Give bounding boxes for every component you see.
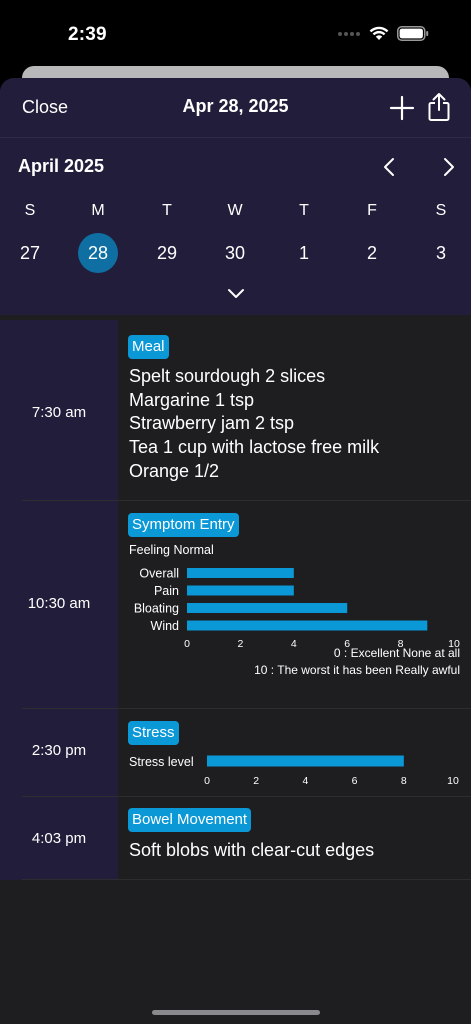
scale-legend-low: 0 : Excellent None at all: [333, 646, 460, 660]
wifi-icon: [369, 26, 389, 40]
category-label: Overall: [139, 567, 179, 581]
entry-time: 7:30 am: [31, 404, 87, 421]
close-button[interactable]: Close: [22, 97, 68, 118]
weekday-label: S: [24, 202, 36, 219]
calendar-day[interactable]: 2: [352, 233, 392, 273]
weekday-label: M: [91, 202, 105, 219]
entry-time: 4:03 pm: [31, 830, 87, 847]
meal-tag: Meal: [128, 335, 169, 359]
home-indicator: [152, 1010, 320, 1015]
status-time: 2:39: [68, 24, 107, 45]
tick-label: 8: [401, 775, 407, 787]
feeling-label: Feeling Normal: [129, 543, 214, 557]
divider: [22, 879, 471, 880]
battery-icon: [397, 26, 429, 41]
status-icons: [337, 26, 429, 41]
cellular-signal-icon: [338, 31, 360, 36]
calendar-day[interactable]: 3: [421, 233, 461, 273]
weekday-label: F: [367, 202, 377, 219]
calendar-day[interactable]: 29: [147, 233, 187, 273]
tick-label: 6: [352, 775, 358, 787]
tick-label: 2: [237, 638, 243, 650]
chevron-right-icon[interactable]: [438, 156, 458, 178]
category-label: Bloating: [134, 602, 179, 616]
chevron-left-icon[interactable]: [380, 156, 400, 178]
meal-item: Strawberry jam 2 tsp: [129, 413, 295, 433]
tick-label: 0: [184, 638, 190, 650]
entry-time: 10:30 am: [27, 595, 91, 612]
entry-time: 2:30 pm: [31, 742, 87, 759]
weekday-label: W: [227, 202, 243, 219]
scale-legend-high: 10 : The worst it has been Really awful: [254, 663, 460, 677]
status-bar: 2:39: [0, 0, 471, 66]
bowel-movement-description: Soft blobs with clear-cut edges: [129, 840, 375, 860]
bar: [187, 603, 348, 613]
weekday-label: T: [299, 202, 309, 219]
weekday-label: S: [435, 202, 447, 219]
stress-level-label: Stress level: [129, 755, 194, 769]
tick-label: 4: [291, 638, 297, 650]
calendar-day[interactable]: 27: [10, 233, 50, 273]
tick-label: 0: [204, 775, 210, 787]
tick-label: 4: [302, 775, 308, 787]
category-label: Wind: [151, 619, 180, 633]
nav-bar: Close Apr 28, 2025: [0, 78, 471, 138]
bar: [187, 568, 294, 578]
stress-tag: Stress: [128, 721, 179, 745]
bar: [207, 755, 404, 767]
calendar-day[interactable]: 1: [284, 233, 324, 273]
day-detail-sheet: Close Apr 28, 2025 April 2025 S M T W T …: [0, 78, 471, 1024]
month-title: April 2025: [18, 156, 105, 176]
share-icon[interactable]: [427, 92, 451, 122]
calendar-week-strip: April 2025 S M T W T F S 27 28 29 30 1 2…: [0, 138, 471, 315]
chevron-down-icon[interactable]: [226, 286, 246, 302]
symptom-tag: Symptom Entry: [128, 513, 239, 537]
meal-item: Spelt sourdough 2 slices: [129, 366, 326, 386]
weekday-label: T: [162, 202, 172, 219]
category-label: Pain: [154, 584, 179, 598]
meal-item: Margarine 1 tsp: [129, 390, 255, 410]
bowel-movement-tag: Bowel Movement: [128, 808, 252, 832]
tick-label: 2: [253, 775, 259, 787]
bowel-movement-entry[interactable]: 4:03 pm Bowel Movement Soft blobs with c…: [0, 797, 471, 880]
meal-item: Tea 1 cup with lactose free milk: [129, 437, 380, 457]
stress-entry[interactable]: 2:30 pm Stress 0 2 4 6 8 10: [0, 709, 471, 797]
nav-title: Apr 28, 2025: [182, 96, 289, 116]
tick-label: 10: [447, 775, 459, 787]
meal-item: Orange 1/2: [129, 461, 220, 481]
symptom-entry[interactable]: 10:30 am Symptom Entry Feeling Normal Ov…: [0, 501, 471, 709]
calendar-day[interactable]: 30: [215, 233, 255, 273]
add-icon[interactable]: [389, 95, 415, 121]
calendar-day-selected[interactable]: 28: [78, 233, 118, 273]
bar: [187, 620, 428, 631]
meal-entry[interactable]: 7:30 am Meal Spelt sourdough 2 slices Ma…: [0, 320, 471, 501]
bar: [187, 585, 294, 596]
